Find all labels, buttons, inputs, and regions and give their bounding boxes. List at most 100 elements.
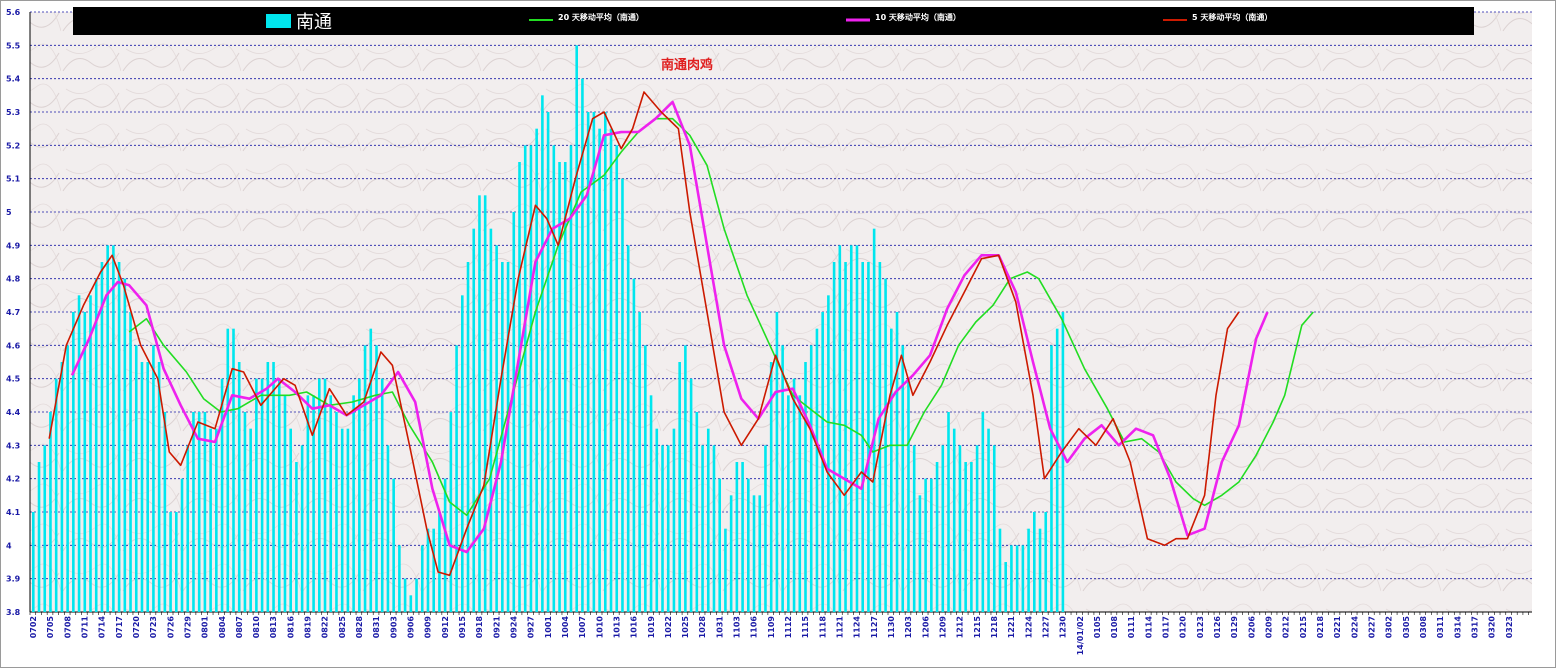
bar bbox=[329, 395, 333, 612]
bar bbox=[592, 112, 596, 612]
y-tick-label: 5.6 bbox=[6, 8, 21, 17]
bar bbox=[575, 45, 578, 613]
bar bbox=[998, 528, 1002, 612]
y-tick-label: 4.5 bbox=[6, 375, 21, 384]
bar bbox=[712, 445, 716, 612]
bar bbox=[930, 478, 933, 612]
bar bbox=[380, 378, 384, 612]
x-tick-label: 1130 bbox=[887, 616, 896, 639]
bar bbox=[420, 545, 424, 612]
bar bbox=[180, 478, 184, 612]
bar bbox=[758, 495, 762, 612]
bar bbox=[43, 445, 47, 612]
bar bbox=[541, 95, 544, 613]
bar bbox=[66, 345, 69, 612]
y-tick-label: 4.1 bbox=[6, 508, 21, 517]
bar bbox=[781, 345, 784, 612]
bar bbox=[72, 312, 75, 612]
bar bbox=[300, 445, 304, 612]
y-tick-label: 5.4 bbox=[6, 75, 21, 84]
bar bbox=[226, 328, 230, 612]
bar bbox=[306, 395, 310, 612]
bar bbox=[289, 428, 292, 612]
bar bbox=[644, 345, 647, 612]
chart-canvas: 3.8 3.9 4 4.1 4.2 4.3 4.4 4.5 4.6 4.7 4.8 4.9 5 5.1 5.… bbox=[6, 7, 1532, 655]
x-tick-label: 14/01/02 bbox=[1076, 616, 1085, 655]
x-tick-label: 0927 bbox=[527, 616, 536, 638]
bar bbox=[466, 262, 470, 612]
x-tick-label: 0227 bbox=[1367, 616, 1376, 638]
x-tick-label: 0714 bbox=[98, 616, 107, 639]
y-tick-label: 4.9 bbox=[6, 241, 21, 250]
bar bbox=[741, 462, 744, 612]
bar bbox=[157, 362, 161, 612]
x-tick-label: 1010 bbox=[595, 616, 604, 639]
bar bbox=[661, 445, 664, 612]
x-tick-label: 0816 bbox=[286, 616, 295, 639]
x-tick-label: 1106 bbox=[750, 616, 759, 639]
bar bbox=[323, 378, 327, 612]
bar bbox=[94, 278, 98, 612]
bar bbox=[340, 428, 344, 612]
x-tick-label: 1019 bbox=[647, 616, 656, 639]
bar bbox=[112, 245, 115, 613]
bar bbox=[461, 295, 464, 612]
bar bbox=[987, 428, 990, 612]
bar bbox=[277, 378, 281, 612]
x-tick-label: 0105 bbox=[1093, 616, 1102, 639]
bar bbox=[117, 262, 121, 612]
bar bbox=[672, 428, 676, 612]
bar bbox=[947, 412, 950, 612]
x-tick-label: 0729 bbox=[183, 616, 192, 639]
legend-swatch-bar bbox=[266, 14, 291, 28]
bar bbox=[558, 162, 561, 612]
bar bbox=[295, 462, 298, 612]
x-tick-label: 1218 bbox=[990, 616, 999, 639]
bar bbox=[140, 362, 144, 612]
bar bbox=[483, 195, 487, 613]
x-tick-label: 0702 bbox=[29, 616, 38, 638]
x-tick-label: 0903 bbox=[389, 616, 398, 638]
x-tick-label: 1209 bbox=[938, 616, 947, 639]
bar bbox=[175, 512, 178, 612]
bar bbox=[392, 478, 395, 612]
x-tick-label: 1013 bbox=[612, 616, 621, 638]
x-tick-label: 0921 bbox=[492, 616, 501, 639]
bar bbox=[878, 262, 882, 612]
x-tick-label: 1212 bbox=[956, 616, 965, 638]
bar bbox=[369, 328, 373, 612]
bar bbox=[1015, 545, 1019, 612]
bar bbox=[855, 245, 859, 613]
bar bbox=[272, 362, 275, 612]
x-tick-label: 0305 bbox=[1402, 616, 1411, 639]
chart-frame: 3.8 3.9 4 4.1 4.2 4.3 4.4 4.5 4.6 4.7 4.8 4.9 5 5.1 5.… bbox=[0, 0, 1556, 668]
bar bbox=[827, 295, 830, 612]
bar bbox=[941, 445, 945, 612]
bar bbox=[518, 162, 521, 612]
bar bbox=[197, 412, 201, 612]
bar bbox=[529, 145, 533, 613]
bar bbox=[77, 295, 81, 612]
bar bbox=[609, 128, 613, 612]
bar bbox=[1027, 528, 1030, 612]
bar bbox=[804, 362, 807, 612]
y-tick-label: 4.3 bbox=[6, 441, 20, 450]
bar bbox=[867, 262, 870, 612]
bar bbox=[815, 328, 819, 612]
bar bbox=[363, 345, 367, 612]
x-tick-label: 0828 bbox=[355, 616, 364, 639]
bar bbox=[598, 128, 601, 612]
bar bbox=[152, 345, 155, 612]
bar bbox=[890, 328, 893, 612]
x-tick-label: 0924 bbox=[509, 616, 518, 639]
x-tick-label: 0918 bbox=[475, 616, 484, 639]
x-tick-label: 1025 bbox=[681, 616, 690, 639]
bar bbox=[809, 345, 813, 612]
bar bbox=[666, 445, 670, 612]
bar bbox=[895, 312, 899, 612]
y-tick-label: 4.2 bbox=[6, 475, 20, 484]
y-tick-label: 5 bbox=[6, 208, 12, 217]
bar bbox=[432, 528, 435, 612]
y-tick-label: 4.8 bbox=[6, 275, 21, 284]
x-tick-label: 0123 bbox=[1196, 616, 1205, 638]
